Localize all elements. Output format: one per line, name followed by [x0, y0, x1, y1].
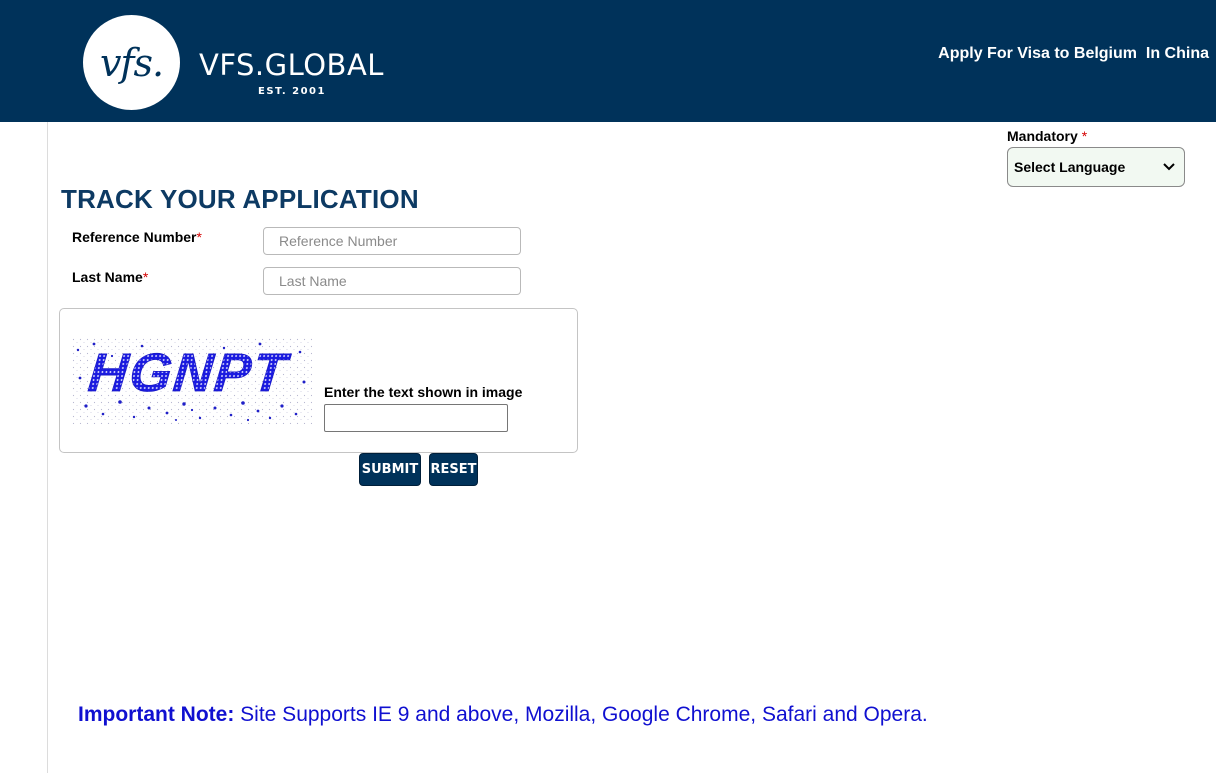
captcha-input[interactable] — [324, 404, 508, 432]
vfs-logo[interactable]: vfs. — [83, 15, 180, 110]
required-asterisk: * — [1081, 128, 1088, 144]
language-select-value: Select Language — [1014, 159, 1126, 175]
mandatory-label: Mandatory * — [1007, 128, 1087, 144]
last-name-label-text: Last Name — [72, 269, 143, 285]
reference-number-label: Reference Number* — [72, 229, 202, 245]
last-name-input[interactable] — [263, 267, 521, 295]
header-bar: vfs. VFS.GLOBAL EST. 2001 Apply For Visa… — [0, 0, 1216, 122]
captcha-glyphs: HGNPT — [86, 343, 293, 403]
chevron-down-icon — [1163, 163, 1175, 171]
mandatory-text: Mandatory — [1007, 128, 1078, 144]
logo-mark: vfs. — [99, 40, 164, 85]
important-note-text: Site Supports IE 9 and above, Mozilla, G… — [234, 703, 928, 726]
language-select[interactable]: Select Language — [1007, 147, 1185, 187]
captcha-image: HGNPT — [72, 338, 312, 424]
page-header-title: Apply For Visa to Belgium In China — [938, 45, 1209, 62]
captcha-label: Enter the text shown in image — [324, 384, 523, 400]
submit-button[interactable]: SUBMIT — [359, 453, 421, 486]
reference-number-input[interactable] — [263, 227, 521, 255]
logo-wordmark: VFS.GLOBAL — [199, 48, 384, 82]
logo-est-text: EST. 2001 — [258, 86, 326, 97]
last-name-label: Last Name* — [72, 269, 148, 285]
important-note: Important Note: Site Supports IE 9 and a… — [78, 703, 928, 727]
important-note-prefix: Important Note: — [78, 703, 235, 726]
reference-number-label-text: Reference Number — [72, 229, 197, 245]
reset-button[interactable]: RESET — [429, 453, 478, 486]
required-asterisk: * — [196, 229, 202, 245]
page: vfs. VFS.GLOBAL EST. 2001 Apply For Visa… — [0, 0, 1216, 773]
left-divider — [47, 122, 48, 773]
page-title: TRACK YOUR APPLICATION — [61, 184, 419, 214]
required-asterisk: * — [142, 269, 149, 285]
